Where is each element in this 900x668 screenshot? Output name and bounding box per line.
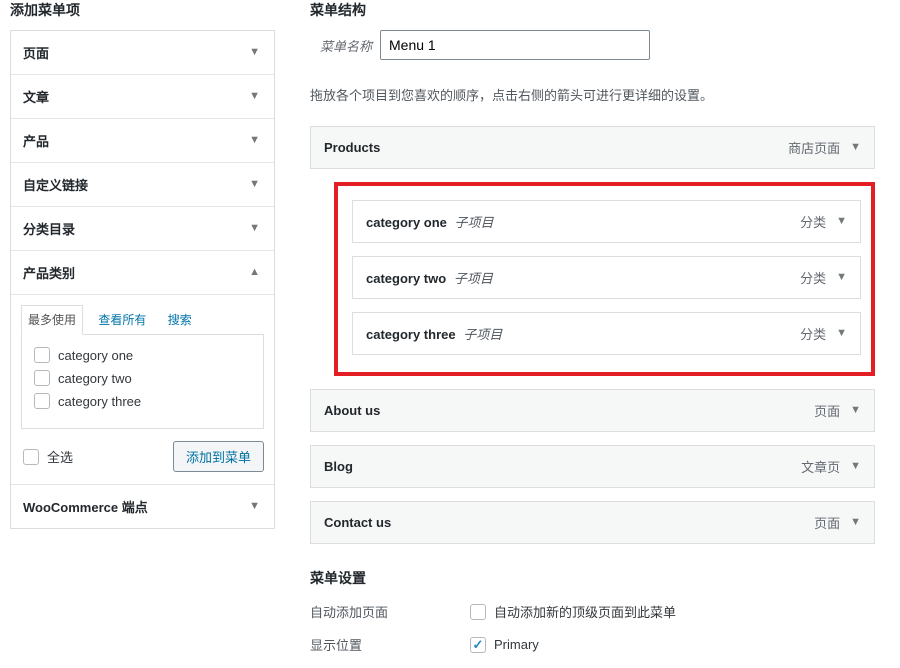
auto-add-pages-text: 自动添加新的顶级页面到此菜单 xyxy=(494,602,676,621)
menu-item-type: 文章页 xyxy=(801,457,840,476)
chevron-down-icon[interactable]: ▼ xyxy=(850,517,861,528)
accordion-posts[interactable]: 文章 ▼ xyxy=(11,75,274,118)
tab-search[interactable]: 搜索 xyxy=(162,306,198,334)
menu-item-accordion: 页面 ▼ 文章 ▼ 产品 ▼ 自定义链接 ▼ xyxy=(10,30,275,529)
chevron-down-icon: ▼ xyxy=(249,135,260,146)
menu-name-label: 菜单名称 xyxy=(320,36,372,55)
chevron-down-icon[interactable]: ▼ xyxy=(850,461,861,472)
accordion-label: 页面 xyxy=(23,43,49,62)
category-tabs: 最多使用 查看所有 搜索 xyxy=(21,305,274,335)
checkbox-select-all[interactable] xyxy=(23,449,39,465)
checkbox-label: category two xyxy=(58,371,132,386)
tab-most-used[interactable]: 最多使用 xyxy=(21,305,83,335)
chevron-down-icon[interactable]: ▼ xyxy=(836,328,847,339)
menu-item-category-three[interactable]: category three 子项目 分类 ▼ xyxy=(352,312,861,355)
subitem-tag: 子项目 xyxy=(455,215,494,230)
menu-item-label: About us xyxy=(324,403,380,418)
chevron-down-icon: ▼ xyxy=(249,91,260,102)
accordion-pages[interactable]: 页面 ▼ xyxy=(11,31,274,74)
add-to-menu-button[interactable]: 添加到菜单 xyxy=(173,441,264,472)
select-all-label: 全选 xyxy=(47,447,73,466)
menu-item-label: category two xyxy=(366,271,446,286)
checkbox-category-three[interactable] xyxy=(34,393,50,409)
menu-item-blog[interactable]: Blog 文章页 ▼ xyxy=(310,445,875,488)
accordion-label: 分类目录 xyxy=(23,219,75,238)
drag-instructions: 拖放各个项目到您喜欢的顺序，点击右侧的箭头可进行更详细的设置。 xyxy=(310,85,900,104)
display-location-text: Primary xyxy=(494,637,539,652)
menu-settings-title: 菜单设置 xyxy=(310,568,900,588)
menu-item-category-two[interactable]: category two 子项目 分类 ▼ xyxy=(352,256,861,299)
chevron-down-icon[interactable]: ▼ xyxy=(836,216,847,227)
highlighted-subitems: category one 子项目 分类 ▼ category two 子项目 分… xyxy=(334,182,875,376)
checkbox-label: category one xyxy=(58,348,133,363)
menu-item-category-one[interactable]: category one 子项目 分类 ▼ xyxy=(352,200,861,243)
tab-view-all[interactable]: 查看所有 xyxy=(92,306,152,334)
accordion-label: WooCommerce 端点 xyxy=(23,497,148,516)
menu-item-about-us[interactable]: About us 页面 ▼ xyxy=(310,389,875,432)
checkbox-auto-add-pages[interactable] xyxy=(470,604,486,620)
menu-item-type: 分类 xyxy=(800,268,826,287)
menu-item-type: 页面 xyxy=(814,401,840,420)
accordion-custom-links[interactable]: 自定义链接 ▼ xyxy=(11,163,274,206)
chevron-down-icon[interactable]: ▼ xyxy=(850,142,861,153)
menu-item-label: Products xyxy=(324,140,380,155)
accordion-product-categories[interactable]: 产品类别 ▲ xyxy=(11,251,274,294)
menu-item-type: 页面 xyxy=(814,513,840,532)
menu-item-contact-us[interactable]: Contact us 页面 ▼ xyxy=(310,501,875,544)
accordion-products[interactable]: 产品 ▼ xyxy=(11,119,274,162)
subitem-tag: 子项目 xyxy=(454,271,493,286)
menu-item-label: Contact us xyxy=(324,515,391,530)
subitem-tag: 子项目 xyxy=(463,327,502,342)
accordion-label: 产品类别 xyxy=(23,263,75,282)
tab-panel: category one category two category three xyxy=(21,334,264,429)
menu-item-type: 分类 xyxy=(800,212,826,231)
menu-name-input[interactable] xyxy=(380,30,650,60)
chevron-down-icon: ▼ xyxy=(249,47,260,58)
accordion-categories[interactable]: 分类目录 ▼ xyxy=(11,207,274,250)
chevron-down-icon: ▼ xyxy=(249,223,260,234)
chevron-up-icon: ▲ xyxy=(249,267,260,278)
accordion-label: 文章 xyxy=(23,87,49,106)
menu-item-type: 商店页面 xyxy=(788,138,840,157)
accordion-label: 产品 xyxy=(23,131,49,150)
chevron-down-icon: ▼ xyxy=(249,501,260,512)
checkbox-label: category three xyxy=(58,394,141,409)
accordion-body: 最多使用 查看所有 搜索 category one cate xyxy=(11,294,274,484)
menu-item-products[interactable]: Products 商店页面 ▼ xyxy=(310,126,875,169)
accordion-label: 自定义链接 xyxy=(23,175,88,194)
display-location-label: 显示位置 xyxy=(310,635,470,654)
checkbox-display-primary[interactable] xyxy=(470,637,486,653)
chevron-down-icon[interactable]: ▼ xyxy=(836,272,847,283)
menu-item-type: 分类 xyxy=(800,324,826,343)
chevron-down-icon[interactable]: ▼ xyxy=(850,405,861,416)
menu-structure-title: 菜单结构 xyxy=(310,0,900,30)
accordion-woocommerce-endpoints[interactable]: WooCommerce 端点 ▼ xyxy=(11,485,274,528)
add-menu-items-title: 添加菜单项 xyxy=(0,0,285,30)
checkbox-category-two[interactable] xyxy=(34,370,50,386)
auto-add-pages-label: 自动添加页面 xyxy=(310,602,470,621)
menu-item-label: Blog xyxy=(324,459,353,474)
menu-item-label: category one xyxy=(366,215,447,230)
menu-item-label: category three xyxy=(366,327,456,342)
chevron-down-icon: ▼ xyxy=(249,179,260,190)
checkbox-category-one[interactable] xyxy=(34,347,50,363)
